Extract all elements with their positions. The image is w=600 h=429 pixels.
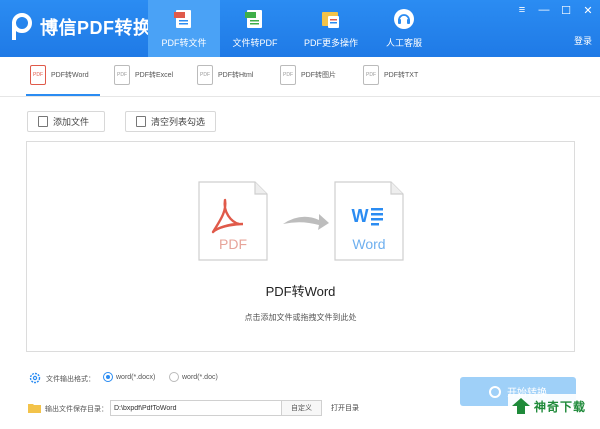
- tab-pdf-to-word[interactable]: PDF PDF转Word: [30, 65, 89, 85]
- pdf-file-icon: PDF: [363, 65, 379, 85]
- tab-label: PDF转Excel: [135, 72, 174, 79]
- radio-icon: [103, 372, 113, 382]
- nav-label: PDF转文件: [161, 38, 207, 48]
- tab-pdf-to-txt[interactable]: PDF PDF转TXT: [363, 65, 418, 85]
- nav-label: 文件转PDF: [232, 38, 278, 48]
- conversion-title: PDF转Word: [265, 284, 336, 299]
- tab-label: PDF转Html: [218, 72, 254, 79]
- tab-pdf-to-html[interactable]: PDF PDF转Html: [197, 65, 253, 85]
- open-dir-link[interactable]: 打开目录: [331, 403, 359, 413]
- nav-label: PDF更多操作: [303, 38, 358, 48]
- minimize-icon[interactable]: —: [538, 4, 550, 17]
- maximize-icon[interactable]: ☐: [560, 4, 572, 17]
- tab-pdf-to-image[interactable]: PDF PDF转图片: [280, 65, 336, 85]
- play-icon: [489, 385, 501, 398]
- app-logo: 博信PDF转换器: [10, 12, 170, 42]
- custom-dir-button[interactable]: 自定义: [282, 400, 322, 416]
- active-tab-indicator: [26, 94, 100, 96]
- logo-icon: [12, 13, 32, 40]
- pdf-icon-label: PDF: [219, 236, 247, 252]
- nav-file-to-pdf[interactable]: 文件转PDF: [220, 0, 290, 57]
- login-link[interactable]: 登录: [574, 34, 592, 47]
- main-nav: PDF转文件 文件转PDF PDF更多操作 人工客服: [148, 0, 436, 57]
- file-to-pdf-icon: [245, 10, 262, 28]
- word-icon-label: Word: [352, 236, 385, 252]
- close-icon[interactable]: ✕: [582, 4, 594, 17]
- format-doc-radio[interactable]: word(*.doc): [169, 372, 218, 382]
- pdf-file-icon: [174, 10, 191, 28]
- pdf-file-icon: PDF: [197, 65, 213, 85]
- format-docx-radio[interactable]: word(*.docx): [103, 372, 155, 382]
- drop-hint: 点击添加文件或拖拽文件到此处: [244, 313, 357, 322]
- tab-label: PDF转Word: [51, 72, 89, 79]
- tab-label: PDF转图片: [301, 72, 336, 79]
- nav-label: 人工客服: [385, 38, 422, 48]
- output-format-label: 文件输出格式：: [46, 376, 95, 383]
- arrow-right-icon: [283, 214, 329, 230]
- conversion-tabs: PDF PDF转Word PDF PDF转Excel PDF PDF转Html …: [0, 57, 600, 97]
- radio-icon: [169, 372, 179, 382]
- menu-icon[interactable]: ≡: [516, 4, 528, 17]
- nav-pdf-more[interactable]: PDF更多操作: [290, 0, 372, 57]
- add-file-button[interactable]: 添加文件: [27, 111, 105, 132]
- file-drop-zone[interactable]: PDF W Word PDF转Word 点击添加文件或拖拽文件到此处: [26, 141, 575, 352]
- title-bar: 博信PDF转换器 PDF转文件 文件转PDF PDF更多操作 人工客服 ≡ — …: [0, 0, 600, 57]
- watermark-logo-icon: [512, 398, 530, 414]
- folder-icon: [28, 404, 41, 413]
- tab-pdf-to-excel[interactable]: PDF PDF转Excel: [114, 65, 173, 85]
- window-controls: ≡ — ☐ ✕: [516, 4, 594, 17]
- trash-icon: [136, 116, 146, 127]
- pdf-file-icon: PDF: [30, 65, 46, 85]
- pdf-file-icon: PDF: [280, 65, 296, 85]
- tab-label: PDF转TXT: [384, 72, 419, 79]
- add-file-icon: [38, 116, 48, 127]
- pdf-tools-icon: [322, 12, 339, 28]
- headset-icon: [394, 9, 414, 29]
- nav-customer-service[interactable]: 人工客服: [372, 0, 436, 57]
- settings-icon: [29, 372, 41, 384]
- svg-text:W: W: [352, 206, 369, 226]
- output-dir-input[interactable]: [110, 400, 282, 416]
- nav-pdf-to-file[interactable]: PDF转文件: [148, 0, 220, 57]
- watermark: 神奇下载: [508, 394, 596, 418]
- pdf-file-icon: PDF: [114, 65, 130, 85]
- output-dir-label: 输出文件保存目录：: [45, 406, 108, 413]
- clear-list-button[interactable]: 清空列表勾选: [125, 111, 216, 132]
